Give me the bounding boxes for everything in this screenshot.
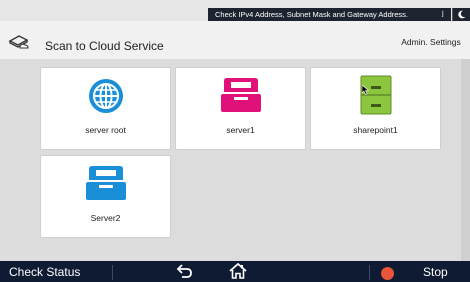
destination-label: sharepoint1: [353, 125, 398, 135]
tray-icon: [85, 166, 126, 200]
moon-icon: [458, 10, 466, 19]
check-status-button[interactable]: Check Status: [0, 261, 112, 282]
destination-tile-server1[interactable]: server1: [176, 68, 305, 149]
status-message[interactable]: Check IPv4 Address, Subnet Mask and Gate…: [208, 8, 451, 21]
tray-icon: [220, 78, 261, 112]
divider: [112, 265, 113, 280]
home-icon: [229, 263, 247, 279]
globe-icon: [88, 79, 123, 113]
back-arrow-icon: [176, 264, 192, 278]
admin-settings-button[interactable]: Admin. Settings: [394, 27, 468, 55]
energy-saver-button[interactable]: [452, 8, 470, 21]
header: Scan to Cloud Service Admin. Settings: [0, 21, 470, 59]
destination-grid: server root server1 sharepoint1 Server2: [0, 59, 470, 261]
scroll-strip[interactable]: [461, 59, 470, 261]
status-bar: Check IPv4 Address, Subnet Mask and Gate…: [0, 0, 470, 21]
destination-label: Server2: [90, 213, 121, 223]
destination-tile-server-root[interactable]: server root: [41, 68, 170, 149]
destination-tile-sharepoint1[interactable]: sharepoint1: [311, 68, 440, 149]
page-title: Scan to Cloud Service: [45, 39, 164, 53]
cabinet-icon: [360, 75, 391, 115]
bottom-bar: Check Status Stop: [0, 261, 470, 282]
mouse-cursor-icon: [362, 85, 369, 95]
status-corner-glyph: ⌋: [441, 11, 444, 18]
back-button[interactable]: [172, 264, 198, 281]
destination-label: server root: [85, 125, 126, 135]
stop-button[interactable]: Stop: [410, 261, 470, 282]
destination-tile-server2[interactable]: Server2: [41, 156, 170, 237]
home-button[interactable]: [225, 263, 251, 281]
divider: [369, 265, 370, 280]
scanner-cloud-icon: [8, 34, 30, 55]
stop-indicator-icon: [381, 267, 394, 280]
destination-label: server1: [226, 125, 255, 135]
